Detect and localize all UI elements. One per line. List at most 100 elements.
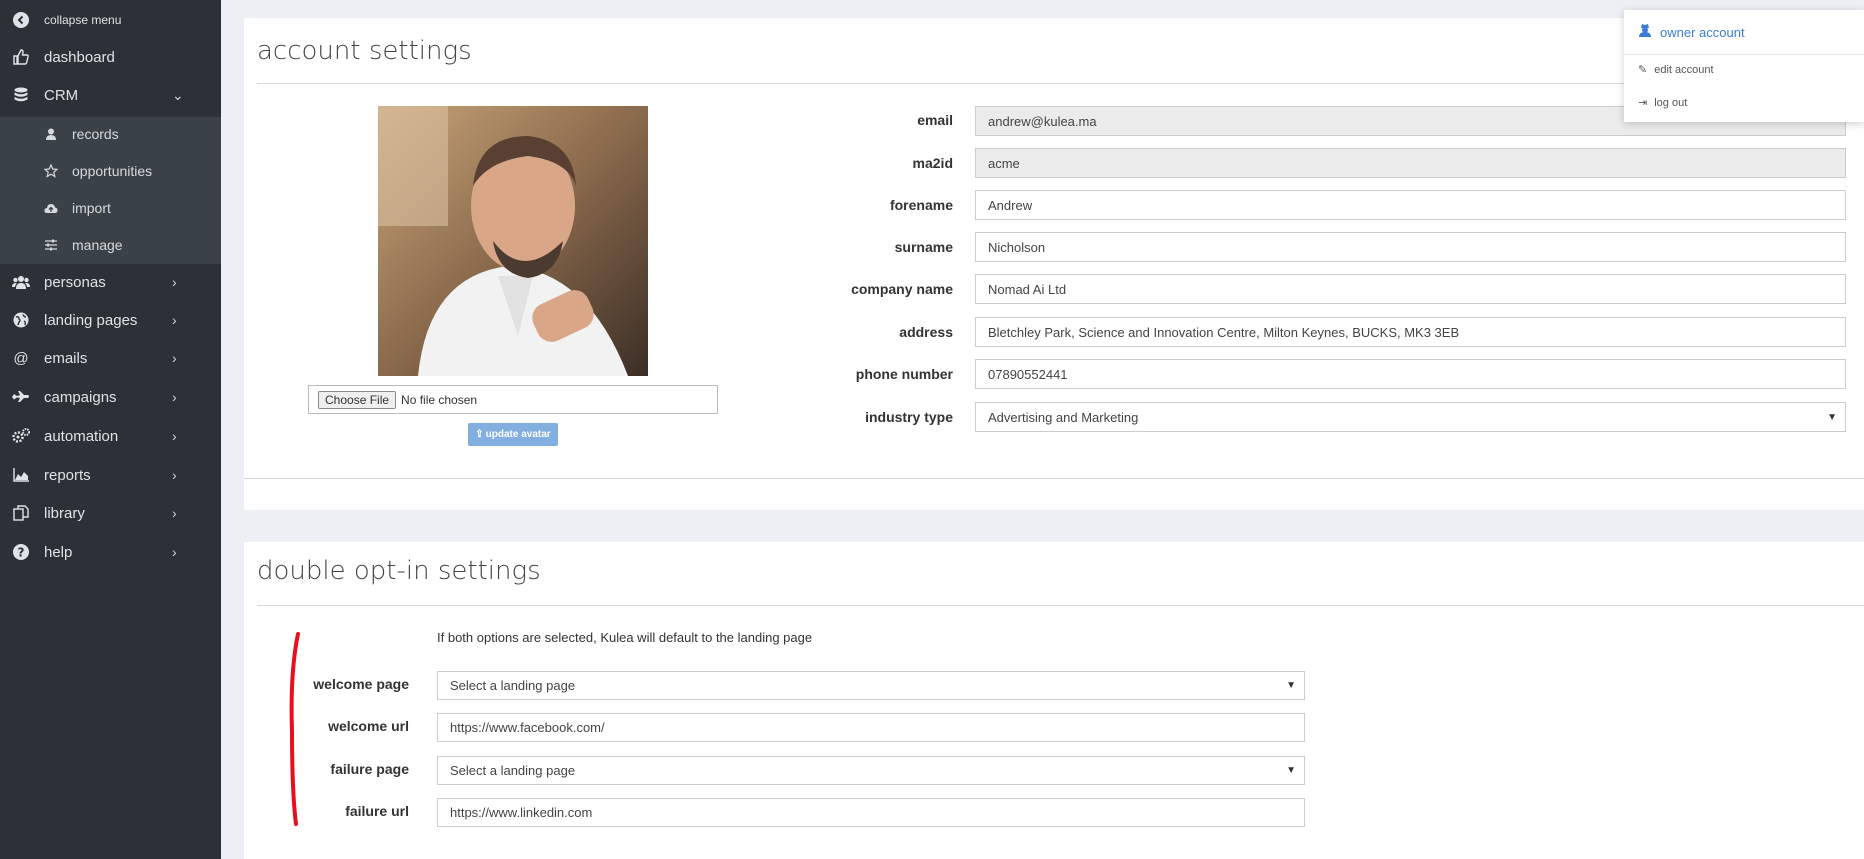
company-name-label: company name bbox=[851, 281, 953, 297]
sidebar: collapse menu dashboard CRM ⌄ records op… bbox=[0, 0, 221, 859]
welcome-url-field[interactable]: https://www.facebook.com/ bbox=[437, 713, 1305, 742]
sidebar-subitem-label: records bbox=[72, 126, 119, 142]
svg-text:?: ? bbox=[18, 546, 25, 560]
owner-account-label: owner account bbox=[1660, 25, 1745, 40]
pencil-icon: ✎ bbox=[1638, 64, 1648, 76]
address-field[interactable]: Bletchley Park, Science and Innovation C… bbox=[975, 317, 1846, 347]
sidebar-subitem-opportunities[interactable]: opportunities bbox=[0, 154, 221, 188]
database-icon bbox=[12, 86, 30, 104]
sidebar-item-reports[interactable]: reports › bbox=[0, 457, 221, 493]
sidebar-subitem-label: opportunities bbox=[72, 163, 153, 179]
sidebar-subitem-import[interactable]: import bbox=[0, 191, 221, 225]
sliders-icon bbox=[43, 237, 59, 253]
caret-down-icon: ▼ bbox=[1286, 765, 1296, 776]
forename-label: forename bbox=[889, 197, 953, 213]
phone-number-field[interactable]: 07890552441 bbox=[975, 359, 1846, 389]
menu-separator bbox=[1624, 54, 1864, 55]
sidebar-item-label: personas bbox=[44, 273, 106, 291]
user-icon bbox=[43, 126, 59, 142]
user-secret-icon bbox=[1638, 23, 1652, 42]
gears-icon bbox=[12, 427, 30, 445]
sidebar-subitem-records[interactable]: records bbox=[0, 117, 221, 151]
sidebar-item-dashboard[interactable]: dashboard bbox=[0, 39, 221, 75]
choose-file-button[interactable]: Choose File bbox=[318, 390, 397, 409]
star-icon bbox=[43, 163, 59, 179]
welcome-page-value: Select a landing page bbox=[450, 678, 576, 693]
industry-type-value: Advertising and Marketing bbox=[988, 409, 1139, 425]
panel-footer-divider bbox=[244, 478, 1864, 479]
surname-label: surname bbox=[894, 239, 953, 255]
chevron-left-circle-icon bbox=[12, 11, 30, 29]
sidebar-item-landing-pages[interactable]: landing pages › bbox=[0, 302, 221, 338]
update-avatar-label: update avatar bbox=[485, 429, 551, 440]
file-status: No file chosen bbox=[401, 392, 478, 407]
chevron-right-icon: › bbox=[172, 274, 177, 290]
industry-type-select[interactable]: Advertising and Marketing ▼ bbox=[975, 402, 1846, 432]
sidebar-item-library[interactable]: library › bbox=[0, 495, 221, 531]
section-title: double opt-in settings bbox=[257, 556, 541, 586]
chevron-right-icon: › bbox=[172, 350, 177, 366]
edit-account-item[interactable]: ✎ edit account bbox=[1638, 63, 1714, 77]
owner-account-item[interactable]: owner account bbox=[1638, 23, 1745, 42]
sidebar-item-help[interactable]: ? help › bbox=[0, 534, 221, 570]
cloud-upload-icon bbox=[43, 200, 59, 216]
failure-page-value: Select a landing page bbox=[450, 763, 576, 778]
chevron-right-icon: › bbox=[172, 428, 177, 444]
sidebar-item-emails[interactable]: @ emails › bbox=[0, 340, 221, 376]
sidebar-item-label: reports bbox=[44, 466, 91, 484]
chevron-right-icon: › bbox=[172, 312, 177, 328]
optin-hint-text: If both options are selected, Kulea will… bbox=[437, 630, 813, 645]
sidebar-subitem-manage[interactable]: manage bbox=[0, 228, 221, 262]
avatar bbox=[378, 106, 648, 376]
welcome-page-select[interactable]: Select a landing page ▼ bbox=[437, 671, 1305, 700]
sidebar-item-automation[interactable]: automation › bbox=[0, 418, 221, 454]
ma2id-field: acme bbox=[975, 148, 1846, 178]
phone-number-value: 07890552441 bbox=[988, 366, 1068, 382]
log-out-item[interactable]: ⇥ log out bbox=[1638, 96, 1688, 110]
sidebar-item-personas[interactable]: personas › bbox=[0, 264, 221, 300]
upload-icon: ⇪ bbox=[475, 429, 484, 440]
avatar-file-input[interactable]: Choose File No file chosen bbox=[308, 385, 718, 414]
caret-down-icon: ▼ bbox=[1827, 411, 1837, 423]
failure-page-select[interactable]: Select a landing page ▼ bbox=[437, 756, 1305, 785]
caret-down-icon: ▼ bbox=[1286, 680, 1296, 691]
industry-type-label: industry type bbox=[865, 409, 953, 425]
crm-submenu: records opportunities import manage bbox=[0, 117, 221, 264]
company-name-value: Nomad Ai Ltd bbox=[988, 281, 1067, 297]
sidebar-item-campaigns[interactable]: campaigns › bbox=[0, 379, 221, 415]
sidebar-item-label: CRM bbox=[44, 86, 79, 104]
area-chart-icon bbox=[12, 466, 30, 484]
failure-url-field[interactable]: https://www.linkedin.com bbox=[437, 798, 1305, 827]
sidebar-subitem-label: manage bbox=[72, 237, 123, 253]
company-name-field[interactable]: Nomad Ai Ltd bbox=[975, 274, 1846, 304]
failure-url-value: https://www.linkedin.com bbox=[450, 805, 593, 820]
surname-field[interactable]: Nicholson bbox=[975, 232, 1846, 262]
address-value: Bletchley Park, Science and Innovation C… bbox=[988, 324, 1460, 340]
globe-icon bbox=[12, 311, 30, 329]
sidebar-item-label: help bbox=[44, 543, 73, 561]
forename-field[interactable]: Andrew bbox=[975, 190, 1846, 220]
update-avatar-button[interactable]: ⇪ update avatar bbox=[468, 423, 558, 446]
sidebar-item-crm[interactable]: CRM ⌄ bbox=[0, 77, 221, 113]
sidebar-item-label: automation bbox=[44, 427, 119, 445]
ma2id-label: ma2id bbox=[912, 155, 953, 171]
sidebar-item-label: emails bbox=[44, 349, 88, 367]
welcome-url-value: https://www.facebook.com/ bbox=[450, 720, 605, 735]
chevron-down-icon: ⌄ bbox=[172, 86, 184, 103]
chevron-right-icon: › bbox=[172, 389, 177, 405]
red-annotation-mark bbox=[289, 632, 300, 826]
account-settings-panel: account settings Choose File No file cho… bbox=[244, 18, 1864, 510]
log-out-label: log out bbox=[1654, 96, 1688, 109]
sidebar-item-label: landing pages bbox=[44, 311, 138, 329]
ma2id-value: acme bbox=[988, 155, 1020, 171]
collapse-menu-button[interactable]: collapse menu bbox=[0, 2, 221, 38]
sidebar-item-label: campaigns bbox=[44, 388, 117, 406]
chevron-right-icon: › bbox=[172, 505, 177, 521]
at-icon: @ bbox=[13, 349, 29, 367]
thumbs-up-icon bbox=[12, 48, 30, 66]
sign-out-icon: ⇥ bbox=[1638, 97, 1648, 109]
user-dropdown-menu: owner account ✎ edit account ⇥ log out bbox=[1624, 10, 1864, 122]
phone-number-label: phone number bbox=[855, 366, 953, 382]
files-icon bbox=[12, 504, 30, 522]
title-divider bbox=[257, 83, 1864, 84]
